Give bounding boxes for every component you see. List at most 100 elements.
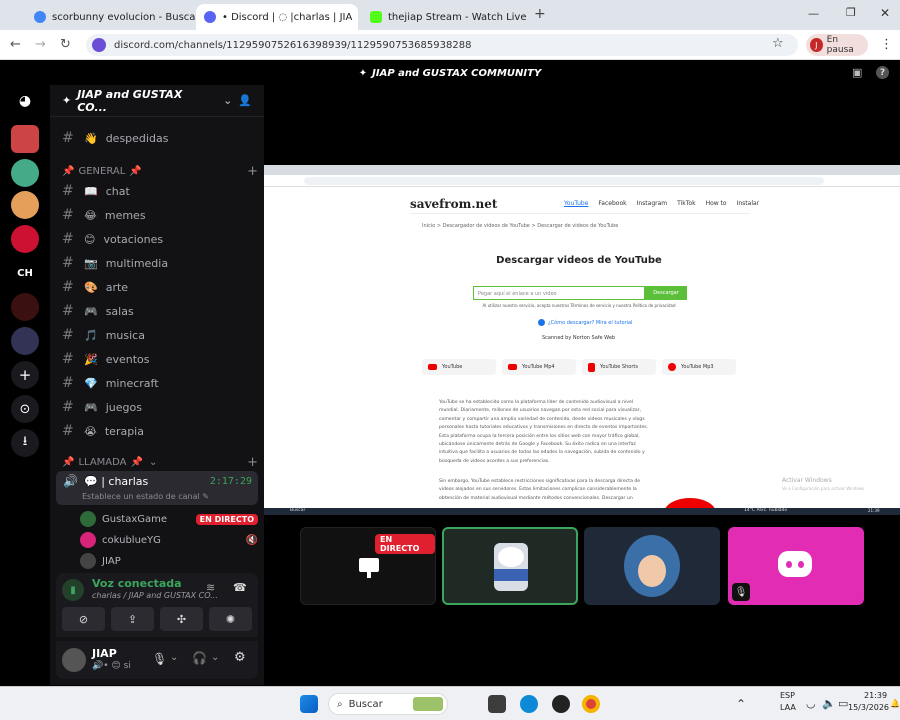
minimize-icon[interactable]: — xyxy=(808,7,819,20)
channel-minecraft[interactable]: # 💎 minecraft xyxy=(58,372,258,394)
nav-install[interactable]: Instalar xyxy=(737,200,760,207)
bookmark-star-icon[interactable]: ☆ xyxy=(772,36,784,51)
tile-discord-user[interactable]: 🎙 xyxy=(728,527,864,605)
tray-chevron-icon[interactable]: ⌃ xyxy=(736,697,746,711)
channel-votaciones[interactable]: # 😊 votaciones xyxy=(58,228,258,250)
forward-icon[interactable]: → xyxy=(35,37,46,52)
help-icon[interactable]: ? xyxy=(876,66,889,79)
headphones-icon[interactable]: 🎧 xyxy=(192,651,207,665)
reload-icon[interactable]: ↻ xyxy=(60,37,71,52)
channel-despedidas[interactable]: # 👋 despedidas xyxy=(58,127,258,149)
server-icon-ch[interactable]: CH xyxy=(11,259,39,287)
clock-date[interactable]: 15/3/2026 xyxy=(848,703,889,712)
nav-how-to[interactable]: How to xyxy=(706,200,727,207)
nav-youtube[interactable]: YouTube xyxy=(564,200,588,207)
soundboard-icon[interactable]: ✺ xyxy=(209,607,252,631)
channel-musica[interactable]: # 🎵 musica xyxy=(58,324,258,346)
avatar[interactable] xyxy=(62,648,86,672)
volume-icon[interactable]: 🔈 xyxy=(822,697,836,710)
server-icon-2[interactable] xyxy=(11,159,39,187)
new-tab-button[interactable]: + xyxy=(534,6,546,22)
add-channel-icon[interactable]: + xyxy=(247,455,258,470)
server-icon-6[interactable] xyxy=(11,327,39,355)
chip-youtube-shorts[interactable]: YouTube Shorts xyxy=(582,359,656,375)
tile-gustaxgame-stream[interactable]: EN DIRECTO xyxy=(300,527,436,605)
channel-terapia[interactable]: # 😭 terapia xyxy=(58,420,258,442)
tile-jiap[interactable] xyxy=(584,527,720,605)
activities-icon[interactable]: ✣ xyxy=(160,607,203,631)
screen-share-icon[interactable]: ⇪ xyxy=(111,607,154,631)
chip-youtube[interactable]: YouTube xyxy=(422,359,496,375)
gear-icon[interactable]: ⚙ xyxy=(234,650,246,665)
voice-channel-charlas[interactable]: 🔊 💬 | charlas 2:17:29 Establece un estad… xyxy=(56,471,258,505)
profile-button[interactable]: J En pausa xyxy=(806,34,868,56)
close-window-icon[interactable]: ✕ xyxy=(880,6,890,20)
app-icon[interactable] xyxy=(552,695,570,713)
google-icon xyxy=(34,11,46,23)
channel-arte[interactable]: # 🎨 arte xyxy=(58,276,258,298)
noise-suppression-icon[interactable]: ≋ xyxy=(206,581,215,594)
menu-kebab-icon[interactable]: ⋮ xyxy=(880,37,893,52)
server-header[interactable]: ✦ JIAP and GUSTAX CO... ⌄ 👤 xyxy=(50,85,264,117)
channel-memes[interactable]: # 😂 memes xyxy=(58,204,258,226)
channel-juegos[interactable]: # 🎮 juegos xyxy=(58,396,258,418)
browser-tab-discord[interactable]: • Discord | ◌ |charlas | JIA ✕ xyxy=(196,4,358,30)
back-icon[interactable]: ← xyxy=(10,37,21,52)
nav-tiktok[interactable]: TikTok xyxy=(677,200,695,207)
shared-screen[interactable]: savefrom.net YouTube Facebook Instagram … xyxy=(264,165,900,515)
signal-icon[interactable]: ▮ xyxy=(62,579,84,601)
category-llamada[interactable]: 📌 LLAMADA 📌 ⌄ + xyxy=(62,455,258,470)
chevron-down-icon[interactable]: ⌄ xyxy=(170,652,178,663)
server-icon-5[interactable] xyxy=(11,293,39,321)
chevron-down-icon[interactable]: ⌄ xyxy=(211,652,219,663)
voice-user-gustaxgame[interactable]: GustaxGame EN DIRECTO xyxy=(80,509,258,529)
channel-chat[interactable]: # 📖 chat xyxy=(58,180,258,202)
tile-cokublueyg[interactable] xyxy=(442,527,578,605)
channel-eventos[interactable]: # 🎉 eventos xyxy=(58,348,258,370)
battery-icon[interactable]: ▭ xyxy=(838,697,848,710)
discord-home-icon[interactable]: ◕ xyxy=(11,87,39,115)
download-button[interactable]: Descargar xyxy=(645,286,687,300)
server-icon-4[interactable] xyxy=(11,225,39,253)
server-icon-3[interactable] xyxy=(11,191,39,219)
nav-facebook[interactable]: Facebook xyxy=(598,200,626,207)
chip-youtube-mp3[interactable]: YouTube Mp3 xyxy=(662,359,736,375)
download-icon[interactable]: ⭳ xyxy=(11,429,39,457)
chrome-icon[interactable] xyxy=(582,695,600,713)
channel-salas[interactable]: # 🎮 salas xyxy=(58,300,258,322)
url-input[interactable]: Pegar aquí el enlace a un video xyxy=(473,286,645,300)
disconnect-icon[interactable]: ☎ xyxy=(233,581,247,594)
explore-icon[interactable]: ⊙ xyxy=(11,395,39,423)
url-bar[interactable]: discord.com/channels/1129590752616398939… xyxy=(86,34,798,56)
voice-user-jiap[interactable]: JIAP xyxy=(80,551,258,571)
restore-icon[interactable]: ❐ xyxy=(846,6,856,19)
add-server-icon[interactable]: + xyxy=(11,361,39,389)
site-info-icon[interactable] xyxy=(92,38,106,52)
channel-status[interactable]: Establece un estado de canal ✎ xyxy=(82,492,209,501)
voice-user-cokublueyg[interactable]: cokublueYG 🔇 xyxy=(80,530,258,550)
inbox-icon[interactable]: ▣ xyxy=(852,66,862,79)
wifi-icon[interactable]: ◡ xyxy=(806,697,816,710)
windows-start-icon[interactable] xyxy=(300,695,318,713)
language-indicator[interactable]: ESP xyxy=(780,691,795,700)
notification-icon[interactable]: 🔔 xyxy=(890,699,900,708)
browser-tab-kick[interactable]: thejiap Stream - Watch Live on ✕ xyxy=(362,4,526,30)
category-general[interactable]: 📌 GENERAL 📌 + xyxy=(62,164,258,179)
add-channel-icon[interactable]: + xyxy=(247,164,258,179)
task-view-icon[interactable] xyxy=(488,695,506,713)
channel-multimedia[interactable]: # 📷 multimedia xyxy=(58,252,258,274)
clock-time[interactable]: 21:39 xyxy=(864,691,887,700)
microphone-icon[interactable]: 🎙 xyxy=(152,652,167,666)
chip-youtube-mp4[interactable]: YouTube Mp4 xyxy=(502,359,576,375)
edge-icon[interactable] xyxy=(520,695,538,713)
camera-off-icon[interactable]: ⊘ xyxy=(62,607,105,631)
keyboard-layout[interactable]: LAA xyxy=(780,703,796,712)
browser-tab-google[interactable]: scorbunny evolucion - Buscar c ✕ xyxy=(26,4,196,30)
nav-instagram[interactable]: Instagram xyxy=(637,200,668,207)
server-icon-1[interactable] xyxy=(11,125,39,153)
add-member-icon[interactable]: 👤 xyxy=(238,94,252,107)
taskbar-search[interactable]: ⌕ Buscar xyxy=(328,693,448,715)
how-to-link[interactable]: ¿Cómo descargar? Mira el tutorial xyxy=(538,319,632,326)
voice-status-subtitle[interactable]: charlas / JIAP and GUSTAX CO... xyxy=(92,591,218,600)
site-logo[interactable]: savefrom.net xyxy=(410,197,497,211)
